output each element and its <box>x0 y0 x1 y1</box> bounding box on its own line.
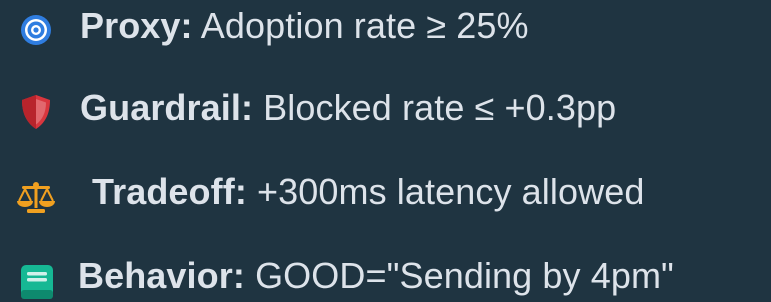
balance-scale-icon <box>16 180 56 214</box>
criteria-label: Behavior: <box>78 255 245 296</box>
criteria-label: Proxy: <box>80 5 193 46</box>
target-icon <box>20 14 52 46</box>
notebook-icon <box>20 264 54 300</box>
criteria-value: Adoption rate ≥ 25% <box>200 5 529 46</box>
criteria-value: GOOD="Sending by 4pm" <box>255 255 674 296</box>
criteria-label: Guardrail: <box>80 87 254 128</box>
criteria-value: +300ms latency allowed <box>257 171 645 212</box>
criteria-label: Tradeoff: <box>92 171 247 212</box>
criteria-value: Blocked rate ≤ +0.3pp <box>263 87 617 128</box>
shield-icon <box>20 94 52 130</box>
